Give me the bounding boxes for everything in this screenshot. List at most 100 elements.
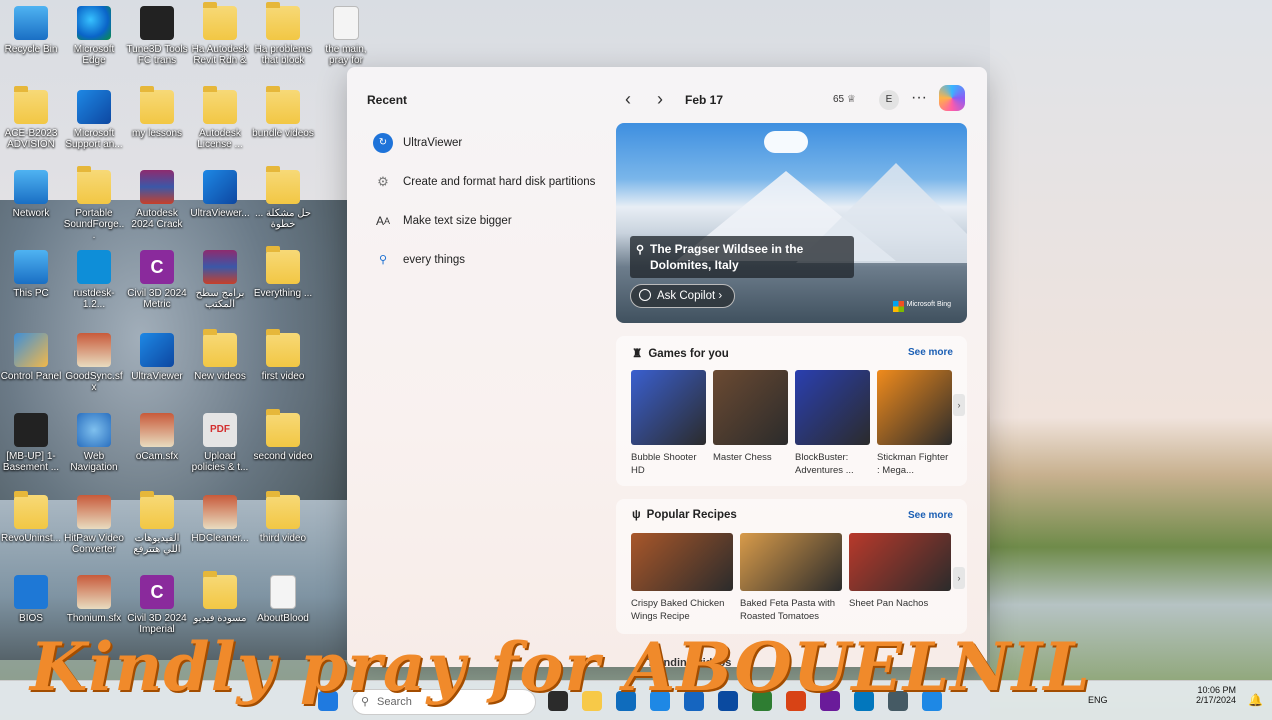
cloud-shape <box>764 131 808 153</box>
desktop-icon[interactable]: برامج سطح المكتب <box>189 250 251 310</box>
desktop-icon[interactable]: HitPaw Video Converter <box>63 495 125 555</box>
desktop-icon[interactable]: This PC <box>0 250 62 299</box>
desktop-icon[interactable]: BIOS <box>0 575 62 624</box>
desktop-icon[interactable]: RevoUninst... <box>0 491 62 544</box>
desktop-icon[interactable]: GoodSync.sfx <box>63 333 125 393</box>
desktop-icon[interactable]: C Civil 3D 2024 Imperial <box>126 575 188 635</box>
app-taskbar-icon[interactable] <box>752 691 772 711</box>
app-taskbar-icon[interactable] <box>786 691 806 711</box>
desktop-icon[interactable]: second video <box>252 409 314 462</box>
app-taskbar-icon[interactable] <box>888 691 908 711</box>
desktop-icon-label: [MB-UP] 1- Basement ... <box>2 451 60 473</box>
language-indicator[interactable]: ENG <box>1088 695 1108 705</box>
more-options-icon[interactable]: ··· <box>911 89 927 107</box>
hero-image-card[interactable]: ⚲ The Pragser Wildsee in the Dolomites, … <box>616 123 967 323</box>
notification-icon[interactable]: 🔔 <box>1248 693 1263 707</box>
rewards-points[interactable]: 65 ♕ <box>833 94 856 105</box>
app-taskbar-icon[interactable] <box>718 691 738 711</box>
account-avatar[interactable]: E <box>879 90 899 110</box>
desktop-icon[interactable]: Recycle Bin <box>0 6 62 55</box>
desktop-icon[interactable]: third video <box>252 491 314 544</box>
hero-caption[interactable]: ⚲ The Pragser Wildsee in the Dolomites, … <box>630 236 854 278</box>
desktop-icon[interactable]: oCam.sfx <box>126 413 188 462</box>
desktop-icon[interactable]: Everything ... <box>252 246 314 299</box>
edge-taskbar-icon[interactable] <box>616 691 636 711</box>
desktop-icon[interactable]: New videos <box>189 329 251 382</box>
desktop-icon[interactable]: PDF Upload policies & t... <box>189 413 251 473</box>
desktop-icon[interactable]: Web Navigation <box>63 413 125 473</box>
desktop-icon[interactable]: Tune3D Tools FC trans <box>126 6 188 66</box>
game-tile[interactable]: Bubble Shooter HD <box>631 370 706 477</box>
recipe-tile[interactable]: Crispy Baked Chicken Wings Recipe <box>631 533 733 623</box>
recent-item-ultraviewer[interactable]: ↻ UltraViewer <box>373 123 613 162</box>
desktop-icon-label: Control Panel <box>0 371 62 382</box>
recipe-tile[interactable]: Baked Feta Pasta with Roasted Tomatoes <box>740 533 842 623</box>
desktop-icon[interactable]: مسودة فيديو <box>189 571 251 624</box>
recent-item-disk-partitions[interactable]: ⚙ Create and format hard disk partitions <box>373 162 613 201</box>
app-taskbar-icon[interactable] <box>854 691 874 711</box>
clock[interactable]: 10:06 PM 2/17/2024 <box>1196 685 1236 705</box>
desktop-icon[interactable]: [MB-UP] 1- Basement ... <box>0 413 62 473</box>
ask-copilot-button[interactable]: Ask Copilot › <box>630 284 736 308</box>
desktop-icon[interactable]: AboutBlood <box>252 575 314 624</box>
desktop-icon[interactable]: HDCleaner... <box>189 495 251 544</box>
desktop-icon-label: Civil 3D 2024 Imperial <box>127 613 187 635</box>
desktop-icon[interactable]: Ha problems that block <box>252 2 314 66</box>
desktop-icon[interactable]: my lessons <box>126 86 188 139</box>
game-tile[interactable]: Stickman Fighter : Mega... <box>877 370 952 477</box>
recipes-see-more-link[interactable]: See more <box>908 510 953 521</box>
next-day-button[interactable]: › <box>649 89 671 111</box>
desktop-icon[interactable]: الفيديوهات اللي هتترفع <box>126 491 188 555</box>
recipes-scroll-right-icon[interactable]: › <box>953 567 965 589</box>
desktop-icon[interactable]: Network <box>0 170 62 219</box>
start-icon[interactable] <box>318 691 338 711</box>
recent-item-text-size[interactable]: AA Make text size bigger <box>373 201 613 240</box>
copilot-icon[interactable] <box>939 85 965 111</box>
folder-icon <box>140 86 174 124</box>
desktop-icon-label: Web Navigation <box>70 451 118 473</box>
app-taskbar-icon[interactable] <box>820 691 840 711</box>
recipe-title: Sheet Pan Nachos <box>849 598 929 609</box>
games-see-more-link[interactable]: See more <box>908 347 953 358</box>
games-scroll-right-icon[interactable]: › <box>953 394 965 416</box>
app-taskbar-icon[interactable] <box>922 691 942 711</box>
previous-day-button[interactable]: ‹ <box>617 89 639 111</box>
folder-icon <box>266 491 300 529</box>
desktop-icon[interactable]: first video <box>252 329 314 382</box>
desktop-icon[interactable]: rustdesk-1.2... <box>63 250 125 310</box>
desktop-icon[interactable]: Ha Autodesk Revit Rdn & <box>189 2 251 66</box>
desktop-icon[interactable]: Autodesk 2024 Crack <box>126 170 188 230</box>
desktop-icon[interactable]: ACE-B2023 ADVISION <box>0 86 62 150</box>
desktop-icon[interactable]: bundle videos <box>252 86 314 139</box>
desktop-icon[interactable]: UltraViewer <box>126 333 188 382</box>
store-icon[interactable] <box>650 691 670 711</box>
recent-item-every-things[interactable]: ⚲ every things <box>373 240 613 279</box>
desktop-icon[interactable]: حل مشكلة ... خطوة <box>252 166 314 230</box>
app-taskbar-icon[interactable] <box>684 691 704 711</box>
game-tile[interactable]: Master Chess <box>713 370 788 477</box>
games-card-title: ♜ Games for you <box>632 346 729 360</box>
desktop-icon[interactable]: Microsoft Edge <box>63 6 125 66</box>
desktop-icon[interactable]: the main, pray for <box>315 6 377 66</box>
taskbar-search-input[interactable]: ⚲ Search <box>352 689 536 715</box>
desktop-icon[interactable]: UltraViewer... <box>189 170 251 219</box>
file-explorer-icon[interactable] <box>582 691 602 711</box>
game-thumbnail <box>795 370 870 445</box>
desktop-icon-label: my lessons <box>131 128 182 139</box>
game-tile[interactable]: BlockBuster: Adventures ... <box>795 370 870 477</box>
folder-icon <box>14 491 48 529</box>
document-icon <box>333 6 359 40</box>
desktop-icon[interactable]: Autodesk License ... <box>189 86 251 150</box>
desktop-icon[interactable]: C Civil 3D 2024 Metric <box>126 250 188 310</box>
desktop-icon[interactable]: Thonium.sfx <box>63 575 125 624</box>
task-view-icon[interactable] <box>548 691 568 711</box>
control-panel-icon <box>14 333 48 367</box>
desktop-icon-label: Ha problems that block <box>254 44 312 66</box>
bios-icon <box>14 575 48 609</box>
desktop-icon[interactable]: Microsoft Support an... <box>63 90 125 150</box>
desktop-icon[interactable]: Control Panel <box>0 333 62 382</box>
desktop-icon-label: Autodesk 2024 Crack <box>131 208 183 230</box>
desktop-icon-label: UltraViewer... <box>190 208 250 219</box>
desktop-icon[interactable]: Portable SoundForge... <box>63 166 125 241</box>
recipe-tile[interactable]: Sheet Pan Nachos <box>849 533 951 623</box>
